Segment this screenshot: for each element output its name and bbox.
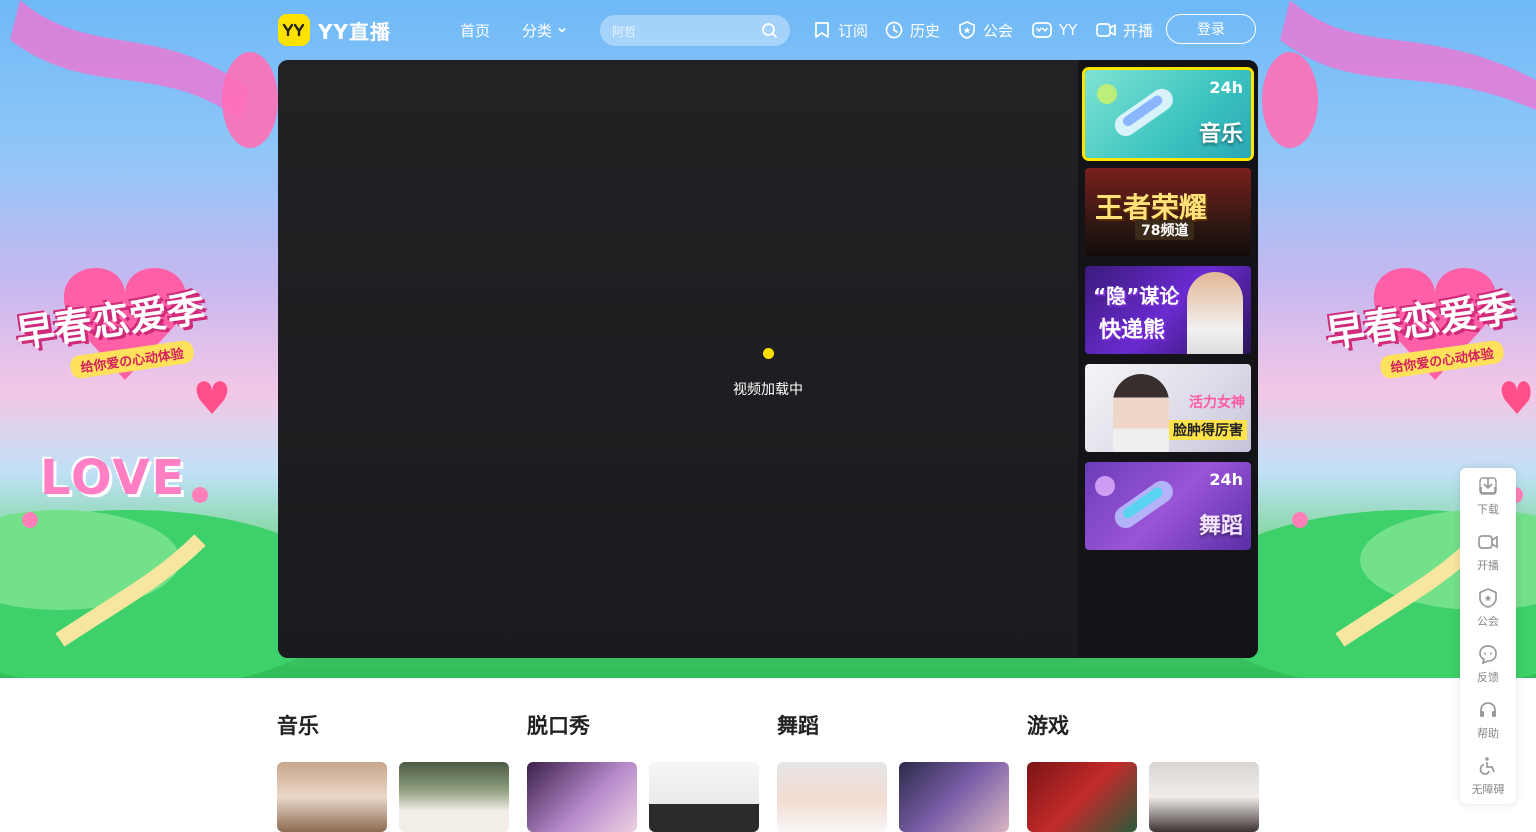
camera-icon — [1478, 535, 1498, 549]
music-thumb-art — [1097, 84, 1173, 137]
channel-title: 舞蹈 — [1198, 514, 1243, 539]
float-guild[interactable]: 公会 — [1460, 580, 1516, 636]
clock-icon — [885, 21, 903, 39]
float-help[interactable]: 帮助 — [1460, 692, 1516, 748]
video-area[interactable]: 视频加载中 — [278, 60, 1078, 658]
loading-indicator — [763, 348, 774, 359]
float-help-label: 帮助 — [1477, 727, 1499, 740]
loading-text: 视频加载中 — [733, 382, 803, 398]
float-download[interactable]: 下载 — [1460, 468, 1516, 524]
section-title-game[interactable]: 游戏 — [1027, 710, 1069, 740]
yy-logo-icon — [278, 14, 310, 46]
nav-category[interactable]: 分类 — [522, 14, 568, 46]
stream-card[interactable] — [1149, 762, 1259, 832]
stream-card[interactable] — [1027, 762, 1137, 832]
live-player: 视频加载中 24h 音乐 王者荣耀 78频道 “隐”谋论 快递熊 活力女神 脸肿… — [278, 60, 1258, 658]
site-logo[interactable]: YY直播 — [278, 14, 391, 46]
channel-badge: 24h — [1209, 470, 1243, 489]
nav-subscribe-label: 订阅 — [838, 21, 869, 40]
float-feedback-label: 反馈 — [1477, 671, 1499, 684]
host-avatar — [1113, 374, 1169, 452]
shield-icon — [959, 21, 975, 39]
nav-yy-label: YY — [1059, 21, 1078, 39]
stream-card[interactable] — [277, 762, 387, 832]
channel-badge: 活力女神 — [1189, 395, 1245, 411]
floating-toolbar: 下载 开播 公会 反馈 帮助 无障碍 — [1460, 468, 1516, 804]
float-broadcast[interactable]: 开播 — [1460, 524, 1516, 580]
search-box[interactable] — [600, 15, 790, 48]
download-icon — [1479, 477, 1497, 495]
nav-yy[interactable]: YY — [1031, 14, 1077, 46]
channel-thumb-honor[interactable]: 王者荣耀 78频道 — [1085, 168, 1251, 256]
nav-guild[interactable]: 公会 — [957, 14, 1013, 46]
section-title-talkshow[interactable]: 脱口秀 — [527, 710, 590, 740]
channel-title: 音乐 — [1198, 122, 1243, 147]
stream-card[interactable] — [649, 762, 759, 832]
float-download-label: 下载 — [1477, 503, 1499, 516]
login-button[interactable]: 登录 — [1166, 14, 1256, 44]
nav-history-label: 历史 — [910, 21, 941, 40]
search-icon[interactable] — [761, 22, 778, 39]
channel-thumb-music[interactable]: 24h 音乐 — [1085, 70, 1251, 158]
nav-history[interactable]: 历史 — [884, 14, 940, 46]
stream-card[interactable] — [777, 762, 887, 832]
feedback-icon — [1479, 645, 1497, 665]
host-avatar — [1187, 272, 1243, 354]
accessibility-icon — [1479, 757, 1495, 775]
channel-thumb-goddess[interactable]: 活力女神 脸肿得厉害 — [1085, 364, 1251, 452]
dance-thumb-art — [1095, 476, 1173, 529]
headset-icon — [1480, 702, 1496, 717]
nav-home[interactable]: 首页 — [460, 14, 490, 46]
bookmark-icon — [815, 22, 829, 38]
float-accessibility-label: 无障碍 — [1471, 783, 1505, 796]
nav-guild-label: 公会 — [983, 21, 1014, 40]
channel-badge: 24h — [1209, 78, 1243, 97]
stream-card[interactable] — [527, 762, 637, 832]
camera-icon — [1096, 23, 1116, 37]
channel-sidebar: 24h 音乐 王者荣耀 78频道 “隐”谋论 快递熊 活力女神 脸肿得厉害 24… — [1078, 60, 1258, 658]
logo-text: YY直播 — [318, 19, 391, 44]
channel-thumb-courier[interactable]: “隐”谋论 快递熊 — [1085, 266, 1251, 354]
search-input[interactable] — [610, 15, 754, 48]
section-title-music[interactable]: 音乐 — [277, 710, 319, 740]
hero-love-text: LOVE — [40, 450, 187, 506]
nav-subscribe[interactable]: 订阅 — [812, 14, 868, 46]
nav-category-label: 分类 — [522, 21, 553, 40]
yy-icon — [1032, 22, 1052, 38]
channel-badge: “隐”谋论 — [1093, 284, 1180, 308]
section-title-dance[interactable]: 舞蹈 — [777, 710, 819, 740]
chevron-down-icon — [558, 27, 566, 33]
float-feedback[interactable]: 反馈 — [1460, 636, 1516, 692]
nav-broadcast[interactable]: 开播 — [1095, 14, 1153, 46]
channel-thumb-dance[interactable]: 24h 舞蹈 — [1085, 462, 1251, 550]
stream-card[interactable] — [399, 762, 509, 832]
float-guild-label: 公会 — [1477, 615, 1499, 628]
channel-badge: 78频道 — [1135, 220, 1195, 240]
channel-title: 快递熊 — [1099, 318, 1166, 343]
nav-broadcast-label: 开播 — [1123, 21, 1154, 40]
stream-card[interactable] — [899, 762, 1009, 832]
float-broadcast-label: 开播 — [1477, 559, 1499, 572]
channel-title: 脸肿得厉害 — [1169, 420, 1247, 440]
shield-icon — [1479, 588, 1497, 608]
float-accessibility[interactable]: 无障碍 — [1460, 748, 1516, 804]
